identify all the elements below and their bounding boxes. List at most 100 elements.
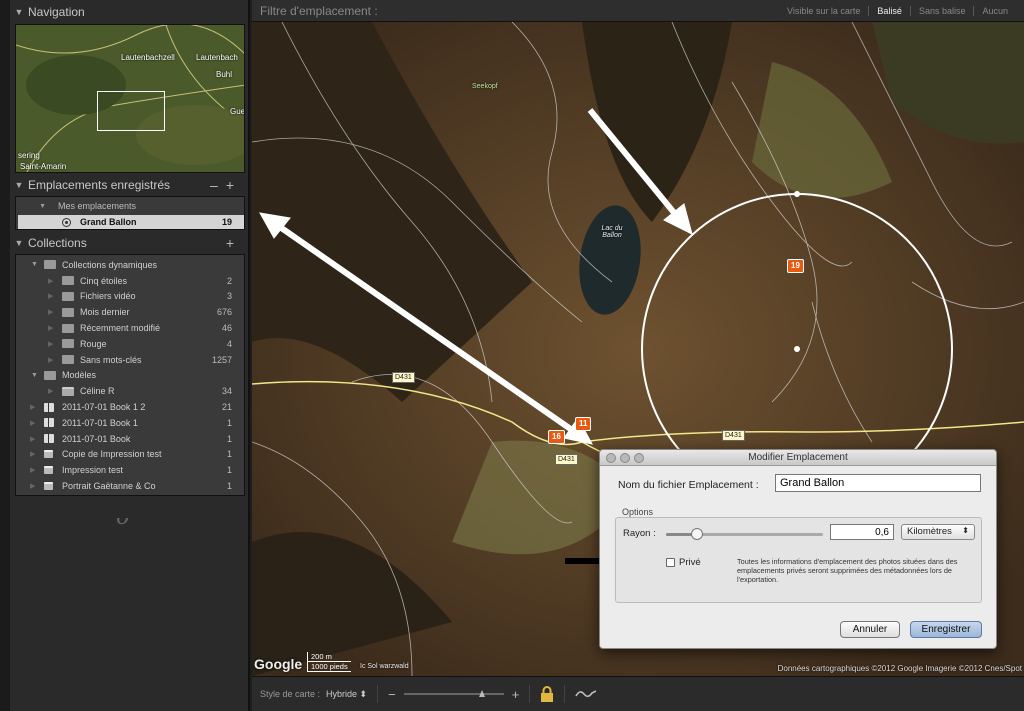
collection-row[interactable]: ▶ Mois dernier 676	[16, 304, 244, 320]
map-attribution-fragment: Ic Sol warzwald	[360, 663, 409, 670]
dialog-title: Modifier Emplacement	[748, 452, 848, 463]
cancel-button[interactable]: Annuler	[840, 621, 900, 638]
location-name-field[interactable]	[775, 474, 981, 492]
collection-row[interactable]: ▶ 2011-07-01 Book 1 2 21	[16, 399, 244, 415]
location-filter-bar: Filtre d'emplacement : Visible sur la ca…	[252, 0, 1024, 22]
nav-label: Lautenbachzell	[121, 53, 175, 62]
panel-end-mark: ᴗ	[115, 505, 129, 530]
close-window-icon[interactable]	[606, 453, 616, 463]
collections-header[interactable]: ▼ Collections +	[10, 232, 250, 254]
collection-label: Sans mots-clés	[80, 354, 142, 365]
collection-row[interactable]: ▶ Sans mots-clés 1257	[16, 352, 244, 368]
saved-locations-list: ▼ Mes emplacements Grand Ballon 19	[15, 196, 245, 230]
collection-row[interactable]: ▶ 2011-07-01 Book 1 1	[16, 415, 244, 431]
disclosure-triangle-icon: ▶	[48, 388, 54, 396]
collection-count: 1	[226, 465, 232, 476]
filter-option[interactable]: Aucun	[973, 5, 1016, 16]
navigator-header[interactable]: ▼ Navigation	[10, 1, 250, 23]
collection-row[interactable]: ▶ Impression test 1	[16, 462, 244, 478]
collapse-triangle-icon[interactable]: ▼	[10, 238, 28, 248]
filter-option[interactable]: Sans balise	[909, 5, 974, 16]
location-pin-icon	[62, 217, 71, 227]
collection-count: 1	[226, 433, 232, 444]
smart-collection-icon	[62, 291, 74, 301]
road-label: D431	[722, 430, 745, 441]
saved-location-item[interactable]: Grand Ballon 19	[18, 215, 244, 229]
zoom-slider[interactable]	[403, 690, 504, 697]
collection-row[interactable]: ▶ Fichiers vidéo 3	[16, 289, 244, 305]
disclosure-triangle-icon: ▶	[30, 435, 36, 443]
disclosure-triangle-icon: ▶	[48, 340, 54, 348]
minimize-window-icon[interactable]	[620, 453, 630, 463]
filter-title: Filtre d'emplacement :	[260, 3, 378, 18]
collection-row[interactable]: ▶ Copie de Impression test 1	[16, 447, 244, 463]
toolbar-separator	[377, 685, 379, 703]
collection-count: 46	[221, 323, 232, 334]
disclosure-triangle-icon: ▶	[30, 483, 36, 491]
disclosure-triangle-icon: ▶	[48, 277, 54, 285]
radius-slider-knob[interactable]	[691, 528, 704, 540]
smart-collection-icon	[62, 355, 74, 365]
saved-location-count: 19	[221, 217, 232, 227]
collection-label: Fichiers vidéo	[80, 291, 136, 302]
collection-row[interactable]: ▶ Cinq étoiles 2	[16, 273, 244, 289]
lock-icon[interactable]	[540, 686, 554, 702]
options-group: Rayon : Kilomètres ⬍ Privé Toutes les in…	[615, 517, 982, 603]
radius-value-field[interactable]	[830, 524, 894, 540]
track-log-icon[interactable]	[575, 688, 599, 700]
disclosure-triangle-icon: ▶	[48, 293, 54, 301]
private-checkbox[interactable]	[666, 558, 675, 567]
collection-row[interactable]: ▶ Portrait Gaëtanne & Co 1	[16, 478, 244, 494]
collection-label: Rouge	[80, 338, 107, 349]
collection-count: 1	[226, 449, 232, 460]
collection-label: Copie de Impression test	[62, 449, 162, 460]
collection-row[interactable]: ▶ 2011-07-01 Book 1	[16, 431, 244, 447]
map-style-select[interactable]: Hybride ⬍	[326, 689, 367, 700]
unit-select[interactable]: Kilomètres ⬍	[901, 524, 975, 540]
photo-marker[interactable]: 19	[787, 259, 804, 273]
collection-count: 3	[226, 291, 232, 302]
filter-option[interactable]: Balisé	[868, 5, 910, 16]
collection-row[interactable]: ▶ Rouge 4	[16, 336, 244, 352]
disclosure-triangle-icon: ▶	[30, 467, 36, 475]
expand-triangle-icon[interactable]: ▼	[31, 261, 38, 268]
disclosure-triangle-icon: ▶	[48, 356, 54, 364]
collection-row[interactable]: ▶ Récemment modifié 46	[16, 320, 244, 336]
photo-marker[interactable]: 11	[575, 417, 592, 431]
radius-label: Rayon :	[623, 528, 656, 539]
radius-slider[interactable]	[666, 528, 823, 540]
scale-imperial: 1000 pieds	[307, 662, 351, 672]
navigator-map[interactable]: Lautenbachzell Lautenbach Buhl Gue serin…	[15, 24, 245, 173]
collapse-triangle-icon[interactable]: ▼	[10, 180, 28, 190]
collection-row[interactable]: ▼ Collections dynamiques	[16, 257, 244, 273]
collection-count: 21	[221, 402, 232, 413]
select-arrows-icon: ⬍	[962, 526, 969, 535]
zoom-out-button[interactable]: −	[388, 687, 396, 702]
road-label: D431	[555, 454, 578, 465]
saved-location-group[interactable]: ▼ Mes emplacements	[16, 199, 136, 213]
add-remove-location-icons[interactable]: –+	[210, 177, 242, 193]
collection-label: Portrait Gaëtanne & Co	[62, 481, 156, 492]
disclosure-triangle-icon: ▶	[30, 404, 36, 412]
expand-triangle-icon[interactable]: ▼	[16, 203, 46, 210]
navigator-viewport-box[interactable]	[97, 91, 165, 131]
collection-row[interactable]: ▼ Modèles	[16, 368, 244, 384]
save-button[interactable]: Enregistrer	[910, 621, 982, 638]
expand-triangle-icon[interactable]: ▼	[31, 372, 38, 379]
collection-count: 4	[226, 338, 232, 349]
dialog-titlebar[interactable]: Modifier Emplacement	[600, 450, 996, 466]
map-style-value: Hybride	[326, 688, 358, 699]
zoom-in-button[interactable]: +	[512, 687, 520, 702]
saved-group-label: Mes emplacements	[58, 201, 137, 211]
collection-label: Mois dernier	[80, 307, 130, 318]
photo-marker[interactable]: 16	[548, 430, 565, 444]
zoom-window-icon[interactable]	[634, 453, 644, 463]
collapse-triangle-icon[interactable]: ▼	[10, 7, 28, 17]
collection-row[interactable]: ▶ Céline R 34	[16, 383, 244, 399]
saved-locations-header[interactable]: ▼ Emplacements enregistrés –+	[10, 174, 250, 196]
collections-list: ▼ Collections dynamiques ▶ Cinq étoiles 2 ▶ Fi…	[15, 254, 245, 496]
collection-label: Modèles	[62, 370, 97, 381]
zoom-slider-knob[interactable]	[478, 690, 485, 697]
filter-option[interactable]: Visible sur la carte	[779, 6, 868, 16]
add-collection-icon[interactable]: +	[226, 235, 242, 251]
